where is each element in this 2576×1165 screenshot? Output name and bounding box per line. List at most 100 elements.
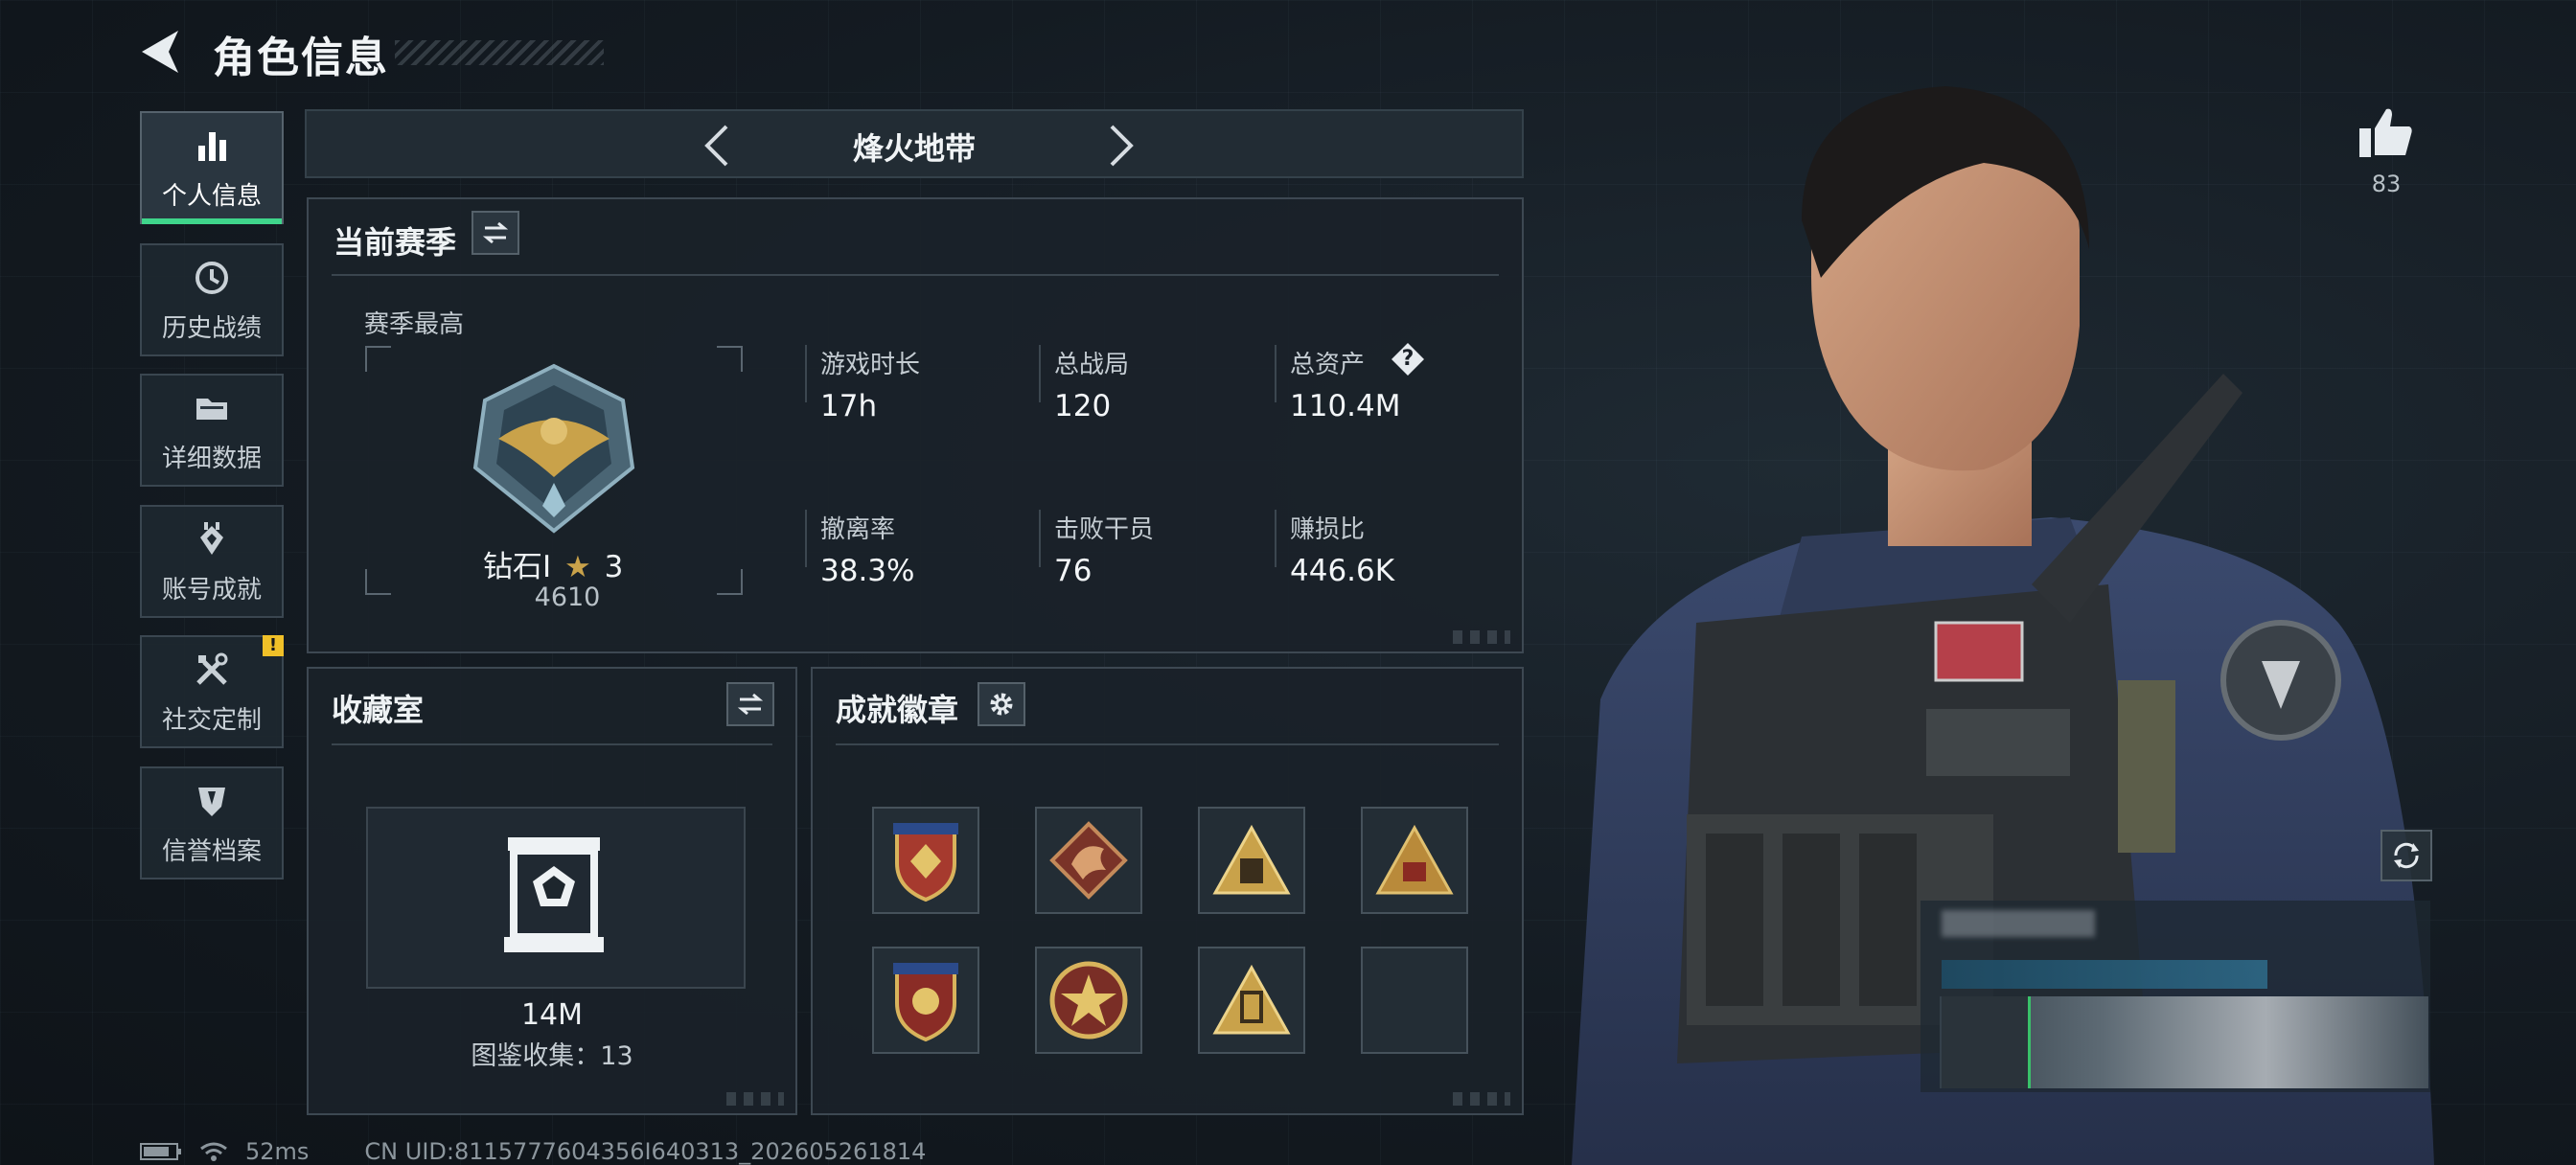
stat-value: 120: [1054, 389, 1112, 423]
next-season-button[interactable]: [1096, 121, 1142, 171]
nav-label: 信誉档案: [161, 836, 262, 866]
stat-separator: [1039, 510, 1041, 567]
corner-decoration: [1453, 1092, 1510, 1106]
star-icon: ★: [564, 550, 591, 584]
ping-label: 52ms: [245, 1138, 310, 1165]
star-badge-icon: [1049, 961, 1128, 1039]
nav-label: 个人信息: [161, 181, 262, 211]
nav-item-history[interactable]: 历史战绩: [140, 243, 284, 356]
divider: [332, 743, 772, 745]
like-count: 83: [2371, 171, 2402, 197]
diamond-rank-emblem-icon: [472, 363, 635, 534]
stat-value: 110.4M: [1290, 389, 1401, 423]
stat-label: 撤离率: [820, 515, 896, 544]
history-icon: [196, 261, 228, 294]
achievement-badge-empty[interactable]: [1361, 947, 1468, 1054]
nav-item-account-achievement[interactable]: 账号成就: [140, 505, 284, 618]
stat-value: 17h: [820, 389, 878, 423]
swap-icon: [482, 221, 509, 244]
switch-collection-button[interactable]: [726, 682, 774, 726]
collection-panel[interactable]: 收藏室 14M 图鉴收集：13: [307, 667, 797, 1115]
stat-label: 游戏时长: [820, 351, 921, 379]
nav-item-credit-record[interactable]: 信誉档案: [140, 766, 284, 879]
title-banner: [1942, 960, 2267, 989]
triangle-badge-icon: [1212, 964, 1291, 1035]
switch-season-button[interactable]: [472, 211, 519, 255]
rank-stars: 3: [604, 550, 624, 584]
page-title: 角色信息: [213, 34, 389, 82]
achievement-settings-button[interactable]: [978, 682, 1025, 726]
warning-badge: !: [263, 635, 284, 656]
bar-chart-icon: [198, 131, 226, 161]
stat-separator: [805, 510, 807, 567]
season-name: 烽火地带: [852, 130, 976, 167]
stat-separator: [1275, 345, 1276, 402]
stat-separator: [1039, 345, 1041, 402]
achievement-badge[interactable]: [872, 947, 979, 1054]
shield-icon: [198, 787, 225, 816]
help-icon[interactable]: ?: [1392, 343, 1424, 376]
stat-label: 击败干员: [1054, 515, 1155, 544]
divider: [836, 743, 1499, 745]
nav-label: 详细数据: [161, 444, 262, 473]
season-selector: 烽火地带: [305, 109, 1524, 178]
achievement-icon: [200, 521, 223, 555]
back-arrow-icon: [142, 31, 178, 73]
nav-label: 账号成就: [161, 575, 262, 605]
achievement-badge[interactable]: [1035, 947, 1142, 1054]
rank-line: 钻石I ★ 3: [483, 542, 623, 585]
nav-label: 历史战绩: [161, 313, 262, 343]
thumbs-up-icon[interactable]: [2358, 105, 2415, 159]
collection-title: 收藏室: [332, 692, 425, 728]
stat-label: 赚损比: [1290, 515, 1366, 544]
stat-value: 446.6K: [1290, 554, 1395, 588]
catalog-count: 图鉴收集：13: [471, 1041, 633, 1071]
achievement-badge[interactable]: [872, 807, 979, 914]
gear-icon: [990, 693, 1013, 716]
stat-separator: [805, 345, 807, 402]
profile-name-card: [1920, 901, 2430, 1092]
title-decoration: [395, 40, 604, 65]
nav-label: 社交定制: [161, 705, 262, 735]
stat-label: 总资产: [1290, 351, 1366, 379]
back-button[interactable]: [134, 25, 188, 79]
nav-item-personal-info[interactable]: 个人信息: [140, 111, 284, 224]
tools-icon: [196, 652, 228, 685]
corner-decoration: [1453, 630, 1510, 644]
achievements-panel: 成就徽章: [811, 667, 1524, 1115]
divider: [332, 274, 1499, 276]
achievement-badge[interactable]: [1035, 807, 1142, 914]
display-case-icon: [504, 837, 604, 952]
season-best-label: 赛季最高: [364, 310, 465, 339]
player-avatar: [1942, 996, 2031, 1088]
uid-label: CN UID:8115777604356I640313_202605261814: [364, 1138, 927, 1165]
stat-label: 总战局: [1054, 351, 1130, 379]
achievements-title: 成就徽章: [836, 692, 959, 728]
collection-value: 14M: [520, 998, 584, 1032]
folder-icon: [196, 398, 227, 420]
shield-badge-icon: [893, 823, 958, 902]
rank-name: 钻石I: [483, 550, 552, 584]
triangle-badge-icon: [1375, 824, 1454, 895]
refresh-button[interactable]: [2380, 830, 2432, 881]
triangle-badge-icon: [1212, 824, 1291, 895]
status-bar: 52ms CN UID:8115777604356I640313_2026052…: [140, 1138, 926, 1165]
stat-value: 38.3%: [820, 554, 915, 588]
corner-decoration: [726, 1092, 784, 1106]
achievement-badge[interactable]: [1198, 947, 1305, 1054]
achievement-badge[interactable]: [1361, 807, 1468, 914]
swap-icon: [737, 693, 764, 716]
wifi-icon: [200, 1142, 227, 1161]
stat-separator: [1275, 510, 1276, 567]
nav-item-social-custom[interactable]: 社交定制 !: [140, 635, 284, 748]
refresh-icon: [2394, 842, 2419, 869]
rank-score: 4610: [534, 582, 601, 612]
battery-icon: [140, 1143, 181, 1160]
achievement-badge[interactable]: [1198, 807, 1305, 914]
current-season-panel: 当前赛季 赛季最高 钻石I ★ 3 4610 游戏时长 17h 总战局 120 …: [307, 197, 1524, 653]
shield-badge-icon: [893, 963, 958, 1042]
current-season-title: 当前赛季: [334, 224, 457, 261]
dragon-badge-icon: [1049, 821, 1128, 900]
stat-value: 76: [1054, 554, 1092, 588]
nav-item-detailed-data[interactable]: 详细数据: [140, 374, 284, 487]
